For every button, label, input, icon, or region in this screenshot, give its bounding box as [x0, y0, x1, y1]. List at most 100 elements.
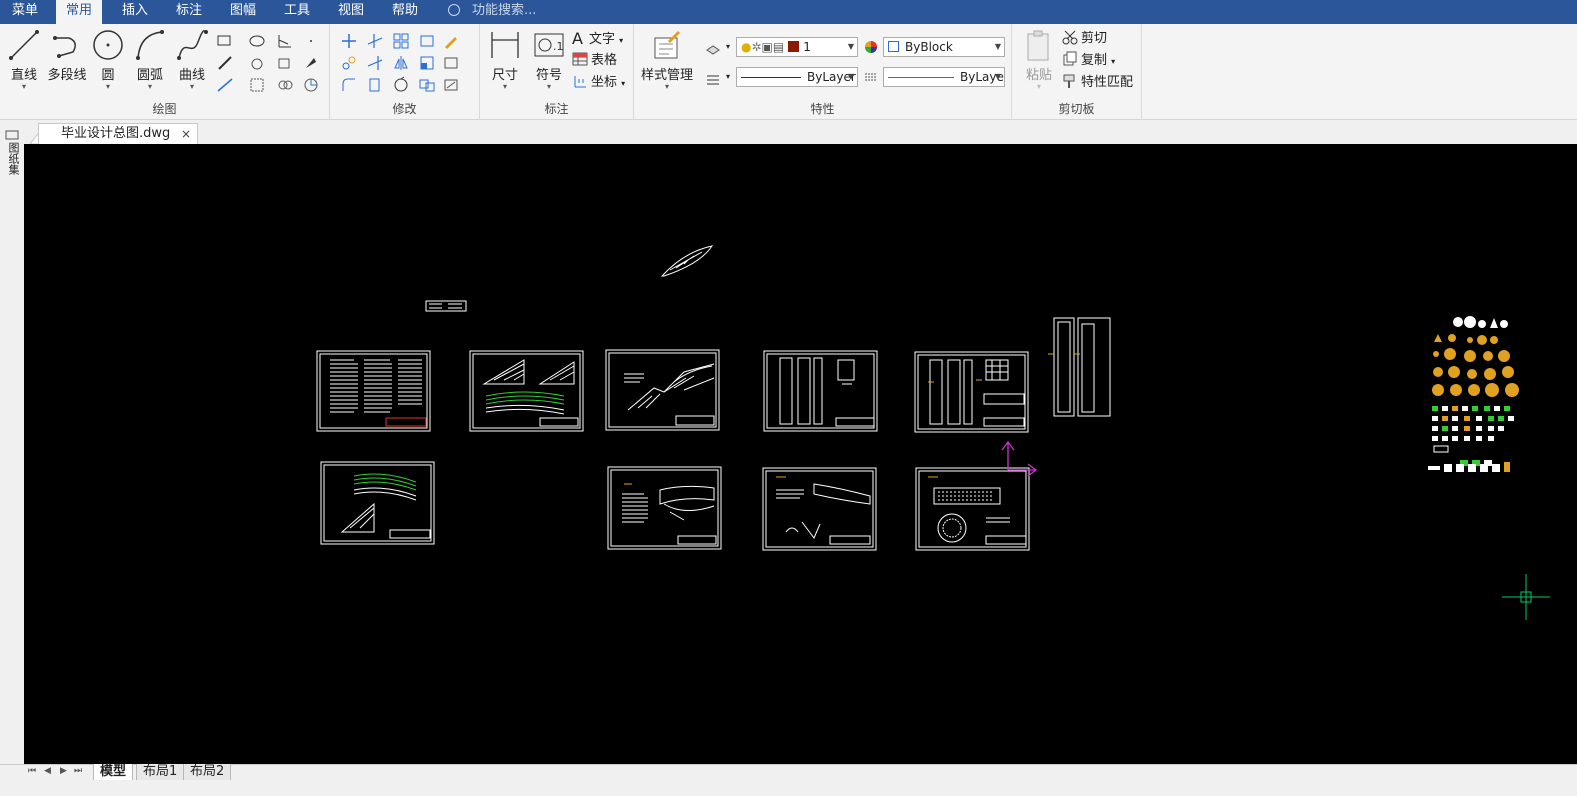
- match-properties-button[interactable]: 特性匹配: [1062, 73, 1133, 93]
- sheet-set-label[interactable]: 图纸集: [5, 142, 20, 175]
- linetype-scale-icon[interactable]: [862, 68, 880, 86]
- text-a-icon: A: [572, 29, 583, 48]
- cut-button[interactable]: 剪切: [1062, 29, 1107, 49]
- block-library-cluster: [1428, 316, 1519, 472]
- cut-label: 剪切: [1081, 31, 1108, 46]
- lineweight-dropdown[interactable]: ByLayer ▼: [883, 67, 1005, 87]
- boundary-icon[interactable]: [248, 76, 266, 94]
- properties-panel-title: 特性: [810, 102, 835, 116]
- hatch-line-icon[interactable]: [216, 54, 234, 72]
- curve-button[interactable]: 曲线 ▾: [174, 28, 210, 91]
- fillet-icon[interactable]: [340, 76, 358, 94]
- move-icon[interactable]: [340, 32, 358, 50]
- pick-icon[interactable]: [302, 54, 320, 72]
- sheet-set-icon[interactable]: [5, 130, 19, 140]
- lineweight-list-icon[interactable]: [704, 70, 722, 88]
- last-layout-icon[interactable]: ⏭: [74, 766, 82, 776]
- stretch-icon[interactable]: [442, 54, 460, 72]
- coordinate-button[interactable]: 坐标 ▾: [572, 73, 625, 93]
- mirror-icon[interactable]: [392, 54, 410, 72]
- printer-icon: ▤: [772, 40, 785, 54]
- arc-label: 圆弧: [136, 68, 163, 83]
- annotate-panel-title: 标注: [544, 102, 569, 116]
- array-icon[interactable]: [392, 32, 410, 50]
- layer-dropdown[interactable]: ●✲▣▤ 1 ▼: [736, 37, 858, 57]
- curve-icon: [177, 30, 208, 60]
- extend-icon[interactable]: [366, 54, 384, 72]
- symbol-button[interactable]: .1 符号 ▾: [532, 28, 566, 91]
- sheet-8: [762, 467, 877, 551]
- cloud-icon[interactable]: [276, 76, 294, 94]
- layer-manager-icon[interactable]: [704, 40, 722, 58]
- text-button[interactable]: A 文字 ▾: [572, 29, 623, 49]
- paste-button[interactable]: 粘贴 ▾: [1022, 28, 1056, 91]
- join-icon[interactable]: [418, 76, 436, 94]
- style-manager-icon: [654, 30, 681, 59]
- lineweight-preview: [888, 77, 954, 78]
- menu-item-insert[interactable]: 插入: [112, 0, 158, 24]
- model-space-drawing: [316, 245, 1550, 620]
- next-layout-icon[interactable]: ▶: [60, 766, 67, 776]
- clipboard-panel: 粘贴 ▾ 剪切 复制 ▾ 特性匹配 剪切板: [1012, 24, 1142, 120]
- style-manager-button[interactable]: 样式管理 ▾: [640, 28, 694, 91]
- sun-icon: ✲: [751, 40, 762, 54]
- rotate-icon[interactable]: [392, 76, 410, 94]
- line-icon: [9, 30, 39, 60]
- dimension-icon: [491, 32, 519, 58]
- left-side-strip: 图纸集: [0, 126, 24, 766]
- previous-layout-icon[interactable]: ◀: [44, 766, 51, 776]
- explode-icon[interactable]: [366, 76, 384, 94]
- menu-item-home[interactable]: 常用: [56, 0, 103, 24]
- trim-icon[interactable]: [366, 32, 384, 50]
- angle-icon[interactable]: [276, 32, 294, 50]
- pencil-icon[interactable]: [442, 32, 460, 50]
- dimension-button[interactable]: 尺寸 ▾: [488, 28, 522, 91]
- draw-panel: 直线 ▾ 多段线 圆 ▾ 圆弧 ▾ 曲线 ▾ 绘图: [0, 24, 330, 120]
- wipeout-icon[interactable]: [302, 76, 320, 94]
- annotate-panel: 尺寸 ▾ .1 符号 ▾ A 文字 ▾ 表格 坐标 ▾ 标注: [480, 24, 634, 120]
- point-icon[interactable]: [302, 32, 320, 50]
- offset-icon[interactable]: [418, 32, 436, 50]
- tab-layout1[interactable]: 布局1: [136, 764, 185, 781]
- chevron-down-icon: ▾: [726, 42, 731, 51]
- menu-item-help[interactable]: 帮助: [382, 0, 428, 24]
- menu-item-menu[interactable]: 菜单: [2, 0, 48, 24]
- tab-model[interactable]: 模型: [93, 764, 134, 781]
- menu-item-view[interactable]: 视图: [328, 0, 374, 24]
- chevron-down-icon: ▾: [105, 82, 110, 91]
- document-tab[interactable]: 毕业设计总图.dwg ×: [38, 123, 198, 144]
- linetype-dropdown[interactable]: ByLayer ▼: [736, 67, 858, 87]
- arc-button[interactable]: 圆弧 ▾: [132, 28, 168, 91]
- block-icon[interactable]: [276, 54, 294, 72]
- ellipse-icon[interactable]: [248, 32, 266, 50]
- line-button[interactable]: 直线 ▾: [6, 28, 42, 91]
- copy-button[interactable]: 复制 ▾: [1062, 51, 1115, 71]
- region-icon[interactable]: [248, 54, 266, 72]
- polyline-button[interactable]: 多段线: [44, 28, 90, 83]
- feature-search-label: 功能搜索...: [472, 3, 537, 18]
- table-button[interactable]: 表格: [572, 51, 617, 71]
- color-dropdown[interactable]: ByBlock ▼: [883, 37, 1005, 57]
- menu-item-annotate[interactable]: 标注: [166, 0, 212, 24]
- scale-icon[interactable]: [418, 54, 436, 72]
- tab-layout2[interactable]: 布局2: [183, 764, 232, 781]
- linetype-preview: [741, 77, 801, 78]
- color-wheel-icon[interactable]: [862, 38, 880, 56]
- erase-icon[interactable]: [442, 76, 460, 94]
- copy-object-icon[interactable]: [340, 54, 358, 72]
- svg-text:.1: .1: [553, 40, 564, 53]
- drawing-canvas[interactable]: [24, 144, 1577, 764]
- modify-panel: 修改: [330, 24, 480, 120]
- circle-button[interactable]: 圆 ▾: [92, 28, 124, 91]
- close-icon[interactable]: ×: [181, 124, 191, 144]
- menu-item-sheet[interactable]: 图幅: [220, 0, 266, 24]
- sheet-7: [607, 466, 722, 550]
- dimension-label: 尺寸: [491, 68, 518, 83]
- menu-item-tools[interactable]: 工具: [274, 0, 320, 24]
- polyline-label: 多段线: [47, 68, 87, 83]
- first-layout-icon[interactable]: ⏮: [28, 766, 36, 776]
- lightbulb-icon: ●: [741, 40, 752, 54]
- construction-line-icon[interactable]: [216, 76, 234, 94]
- rectangle-icon[interactable]: [216, 32, 234, 50]
- feature-search[interactable]: 功能搜索...: [448, 0, 536, 24]
